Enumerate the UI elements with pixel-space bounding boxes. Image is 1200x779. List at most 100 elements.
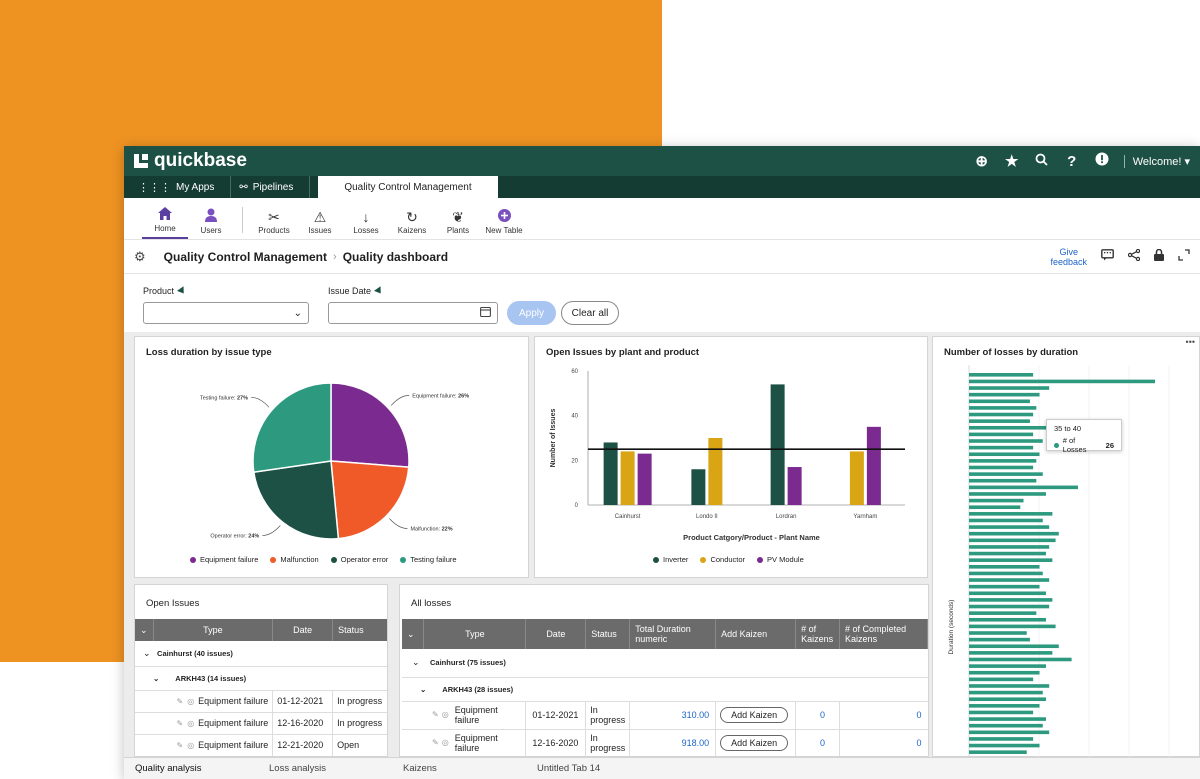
table-row[interactable]: ✎ ◎ Equipment failure 01-12-2021 In progre…: [135, 690, 387, 712]
tab-kaizens[interactable]: Kaizens: [392, 763, 526, 774]
pie-slice: [252, 460, 340, 540]
table-row[interactable]: ✎ ◎ Equipment failure 12-21-2020 Open: [135, 734, 387, 756]
nav-users[interactable]: Users: [188, 208, 234, 239]
apply-button[interactable]: Apply: [507, 301, 556, 325]
col-header[interactable]: Total Duration numeric: [629, 619, 717, 649]
collapse-all-icon[interactable]: ⌄: [402, 619, 425, 649]
add-icon[interactable]: ⊕: [974, 152, 990, 170]
chevron-down-icon[interactable]: ⌄: [402, 649, 424, 677]
expand-icon[interactable]: [1178, 249, 1190, 264]
table-row[interactable]: ✎ ◎ Equipment failure 01-12-2021 In progre…: [402, 701, 928, 729]
chevron-down-icon[interactable]: ⌄: [135, 641, 153, 666]
filter-icon: [177, 286, 188, 296]
share-icon[interactable]: [1127, 248, 1141, 264]
view-icon[interactable]: ◎: [442, 738, 449, 747]
tab-label: My Apps: [176, 181, 215, 193]
tab-pipelines[interactable]: ⚯ Pipelines: [231, 176, 311, 198]
chevron-down-icon[interactable]: ⌄: [420, 685, 426, 694]
bar: [969, 737, 1034, 741]
col-header[interactable]: Status: [332, 619, 387, 641]
col-header[interactable]: Date: [272, 619, 334, 641]
nav-products[interactable]: ✂ Products: [251, 208, 297, 239]
nav-losses[interactable]: ↓ Losses: [343, 208, 389, 239]
col-header[interactable]: Status: [585, 619, 631, 649]
pie-leader-line: [251, 396, 270, 408]
table-row[interactable]: ✎ ◎ Equipment failure 12-16-2020 In progre…: [135, 712, 387, 734]
edit-icon[interactable]: ✎: [176, 719, 183, 728]
breadcrumb-app[interactable]: Quality Control Management: [164, 250, 327, 264]
edit-icon[interactable]: ✎: [432, 710, 439, 719]
cell-completed[interactable]: 0: [839, 701, 928, 729]
nav-new-table[interactable]: New Table: [481, 208, 527, 239]
pie-leader-line: [389, 518, 408, 529]
tab-untitled-14[interactable]: Untitled Tab 14: [526, 763, 660, 774]
view-icon[interactable]: ◎: [187, 741, 194, 750]
add-kaizen-button[interactable]: Add Kaizen: [720, 735, 789, 751]
home-icon: [158, 206, 172, 224]
help-icon[interactable]: ?: [1064, 153, 1080, 170]
table-row[interactable]: ✎ ◎ Equipment failure 12-16-2020 In progre…: [402, 729, 928, 756]
cell-date: 01-12-2021: [525, 701, 586, 729]
calendar-icon[interactable]: [480, 306, 491, 320]
view-icon[interactable]: ◎: [187, 697, 194, 706]
cell-status: In progress: [332, 690, 387, 712]
cell-duration[interactable]: 918.00: [629, 729, 716, 756]
comment-icon[interactable]: [1101, 249, 1114, 264]
tab-my-apps[interactable]: ⋮⋮⋮ My Apps: [130, 176, 232, 198]
tab-quality-control-management[interactable]: Quality Control Management: [318, 176, 498, 198]
col-header[interactable]: Type: [153, 619, 274, 641]
col-header[interactable]: Type: [423, 619, 527, 649]
cell-kaizens[interactable]: 0: [795, 729, 840, 756]
nav-label: Losses: [353, 226, 379, 235]
nav-kaizens[interactable]: ↻ Kaizens: [389, 208, 435, 239]
breadcrumb: ⚙ Quality Control Management › Quality d…: [124, 240, 1200, 274]
cell-duration[interactable]: 310.00: [629, 701, 716, 729]
bar: [603, 442, 618, 505]
subgroup-row[interactable]: ⌄ ARKH43 (14 issues): [135, 666, 387, 690]
gear-icon[interactable]: ⚙: [134, 249, 146, 265]
col-header[interactable]: # of Completed Kaizens: [839, 619, 928, 649]
col-header[interactable]: # of Kaizens: [795, 619, 841, 649]
lock-icon[interactable]: [1154, 248, 1164, 264]
bar: [969, 690, 1043, 695]
group-label: Cainhurst (40 issues): [157, 648, 233, 658]
welcome-menu[interactable]: Welcome! ▾: [1123, 154, 1190, 168]
logo-icon: [134, 154, 148, 168]
subgroup-row[interactable]: ⌄ ARKH43 (28 issues): [402, 677, 928, 701]
col-header[interactable]: Date: [525, 619, 587, 649]
search-icon[interactable]: [1034, 153, 1050, 170]
logo[interactable]: quickbase: [134, 150, 247, 172]
col-header[interactable]: Add Kaizen: [715, 619, 797, 649]
bar: [969, 538, 1056, 543]
cell-completed[interactable]: 0: [839, 729, 928, 756]
tab-loss-analysis[interactable]: Loss analysis: [258, 763, 392, 774]
product-select[interactable]: ⌄: [143, 302, 309, 324]
alert-icon[interactable]: [1094, 152, 1110, 170]
clear-all-button[interactable]: Clear all: [561, 301, 619, 325]
add-kaizen-button[interactable]: Add Kaizen: [720, 707, 789, 723]
y-tick-label: 40: [571, 414, 578, 420]
star-icon[interactable]: ★: [1004, 152, 1020, 170]
give-feedback-link[interactable]: Give feedback: [1050, 247, 1087, 267]
edit-icon[interactable]: ✎: [176, 741, 183, 750]
tab-quality-analysis[interactable]: Quality analysis: [124, 763, 258, 774]
group-row[interactable]: ⌄ Cainhurst (40 issues): [135, 641, 387, 666]
edit-icon[interactable]: ✎: [176, 697, 183, 706]
nav-home[interactable]: Home: [142, 206, 188, 239]
view-icon[interactable]: ◎: [187, 719, 194, 728]
collapse-all-icon[interactable]: ⌄: [135, 619, 154, 641]
nav-plants[interactable]: ❦ Plants: [435, 208, 481, 239]
nav-issues[interactable]: ⚠ Issues: [297, 208, 343, 239]
all-losses-title: All losses: [411, 598, 452, 609]
chevron-down-icon[interactable]: ⌄: [153, 674, 159, 683]
group-row[interactable]: ⌄ Cainhurst (75 issues): [402, 649, 928, 677]
bar-chart-panel: Open Issues by plant and product 0 20 40 60…: [534, 336, 928, 578]
bar: [620, 451, 635, 505]
bar: [969, 710, 1034, 715]
pie-legend: Equipment failure Malfunction Operator e…: [190, 555, 457, 564]
cell-kaizens[interactable]: 0: [795, 701, 840, 729]
issue-date-input[interactable]: [328, 302, 498, 324]
edit-icon[interactable]: ✎: [432, 738, 439, 747]
legend-item: Equipment failure: [190, 555, 258, 564]
view-icon[interactable]: ◎: [442, 710, 449, 719]
